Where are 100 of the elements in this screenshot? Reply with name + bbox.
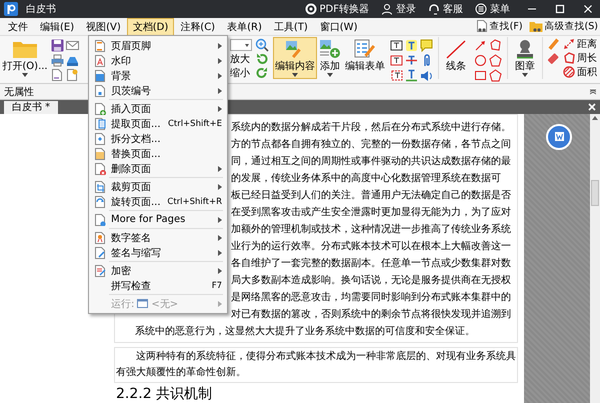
pages-icon [94, 214, 106, 226]
menu-item[interactable]: 窗口(W) [314, 18, 364, 36]
text-field-icon[interactable] [390, 54, 403, 66]
text-line: 的发展，传统业务体系中的高度中心化数据管理系统在数据可 [231, 172, 501, 186]
speaker-icon[interactable] [420, 68, 433, 82]
page-delete-icon [94, 162, 106, 174]
page-icon [94, 70, 106, 82]
text-line: 在受到黑客攻击或产生安全泄露时更加显得无能为力，为了应对 [231, 206, 511, 220]
text-line: 对已有数据的篡改，否则系统中的剩余节点将很快发现并追溯到 [231, 308, 511, 322]
highlight-icon[interactable] [405, 38, 418, 52]
window-icon [137, 299, 148, 308]
text-line: 是网络黑客的恶意攻击，均需要同时影响到分布式账本集群中的 [231, 290, 511, 305]
menu-item[interactable]: 签名与缩写 [89, 245, 227, 260]
section-heading: 2.2.2 共识机制 [116, 386, 212, 403]
menu-item[interactable]: 提取页面... Ctrl+Shift+E [89, 116, 227, 131]
menu-item[interactable]: 贝茨编号 [89, 83, 227, 98]
folder-binoculars-icon [528, 20, 543, 33]
strikeout-icon[interactable] [405, 54, 418, 66]
menu-item[interactable]: 注释(C) [174, 18, 222, 36]
close-icon[interactable] [582, 3, 594, 15]
pentagon-icon[interactable] [489, 54, 502, 66]
zoom-in-label[interactable]: 放大 [230, 52, 252, 66]
window-title: 白皮书 [26, 2, 57, 16]
text-line: 局大多数副本造成影响。换句话说，无论是服务提供商在无授权 [231, 274, 511, 288]
text-field-icon[interactable] [390, 68, 403, 82]
zoom-select[interactable] [230, 39, 252, 51]
rotate-left-icon[interactable] [255, 52, 269, 66]
rectangle-icon[interactable] [474, 68, 487, 82]
menu-item[interactable]: 背景 [89, 68, 227, 83]
menu-item[interactable]: 视图(V) [80, 18, 127, 36]
polygon-icon[interactable] [489, 38, 502, 52]
menu-item[interactable]: 文件 [2, 18, 34, 36]
menu-item[interactable]: More for Pages [89, 212, 227, 227]
arrow-icon[interactable] [474, 38, 487, 52]
menu-item[interactable]: 删除页面 [89, 161, 227, 176]
text-line: 系统中的恶意行为，这显然大大提升了业务系统中数据的可信度和安全保证。 [135, 324, 475, 339]
measure-button[interactable]: 周长 [563, 51, 597, 65]
zoom-in-icon[interactable] [255, 38, 269, 52]
search-button[interactable]: 高级查找(S) [528, 20, 598, 33]
measure-button[interactable]: 距离 [563, 37, 597, 51]
menu-item[interactable]: 工具(T) [268, 18, 314, 36]
open-button[interactable]: 打开(O)... [2, 37, 48, 79]
title-bar-button[interactable]: 客服 [428, 1, 463, 17]
page-icon[interactable] [51, 68, 64, 82]
menu-item[interactable]: 页眉页脚 [89, 38, 227, 53]
text-line: 各自维护了一套完整的数据副本。任意单一节点或少数集群对数 [231, 256, 511, 271]
menu-item[interactable]: 插入页面 [89, 101, 227, 116]
title-bar-button[interactable]: 登录 [381, 1, 416, 17]
word-export-icon[interactable] [546, 124, 572, 150]
rotate-right-icon[interactable] [255, 66, 269, 80]
pages-icon [94, 118, 106, 130]
save-icon[interactable] [51, 38, 64, 52]
search-button[interactable]: 查找(F) [476, 20, 523, 33]
menu-item[interactable]: 编辑(E) [34, 18, 80, 36]
circle-icon[interactable] [474, 54, 487, 66]
envelope-icon[interactable] [66, 38, 79, 52]
caret-icon [22, 73, 28, 77]
caret-icon [292, 73, 298, 77]
text-line: 加额外的管理机制或技术，这种情况进一步推高了传统业务系统 [231, 222, 511, 237]
underline-icon[interactable] [405, 68, 418, 82]
property-label: 无属性 [4, 86, 34, 98]
title-bar-button[interactable]: PDF转换器 [304, 1, 369, 17]
menu-item[interactable]: 裁剪页面 [89, 179, 227, 194]
pentagon-icon[interactable] [489, 68, 502, 82]
scrollbar-thumb[interactable] [591, 180, 599, 206]
collapse-icon[interactable] [590, 88, 596, 94]
menu-item[interactable]: 拼写检查 F7 [89, 278, 227, 293]
stamp-icon [514, 39, 536, 59]
menu-item[interactable]: 水印 [89, 53, 227, 68]
zoom-out-label[interactable]: 缩小 [230, 66, 252, 80]
tool-button[interactable]: 编辑表单 [343, 37, 387, 79]
text-line: 同，通过相互之间的周期性或事件驱动的共识达成数据存储的最 [231, 154, 511, 169]
page-plus-icon [94, 102, 106, 114]
text-line: 板已经日益受到人们的关注。普通用户无法确定自己的数据是否 [231, 188, 511, 203]
caret-icon [522, 73, 528, 77]
measure-button[interactable]: 面积 [563, 65, 597, 79]
stamp-button[interactable]: 图章 [510, 37, 540, 79]
menu-item[interactable]: 拆分文档... [89, 131, 227, 146]
menu-item[interactable]: 表单(R) [221, 18, 268, 36]
line-tool-button[interactable]: 线条 [441, 37, 471, 79]
page-icon[interactable] [66, 68, 79, 82]
title-bar-button[interactable]: 菜单 [475, 1, 510, 17]
printer-icon[interactable] [51, 54, 64, 66]
menu-item[interactable]: 替换页面... [89, 146, 227, 161]
certificate-icon [94, 232, 106, 244]
speech-bubble-icon[interactable] [420, 38, 433, 52]
perimeter-icon [563, 52, 575, 64]
menu-item[interactable]: 旋转页面... Ctrl+Shift+R [89, 194, 227, 209]
text-field-icon[interactable] [390, 38, 403, 52]
maximize-icon[interactable] [554, 3, 566, 15]
close-icon[interactable] [588, 103, 596, 111]
page-icon [94, 132, 106, 144]
menu-item[interactable]: 加密 [89, 263, 227, 278]
document-tab[interactable]: 白皮书 * [4, 101, 58, 114]
menu-item[interactable]: 数字签名 [89, 230, 227, 245]
menu-item[interactable]: 文档(D) [126, 18, 174, 36]
dropdown-button[interactable]: 添加 [317, 37, 343, 79]
dropdown-button[interactable]: 编辑内容 [273, 37, 317, 79]
caret-icon [327, 73, 333, 77]
menu-icon [475, 3, 487, 15]
